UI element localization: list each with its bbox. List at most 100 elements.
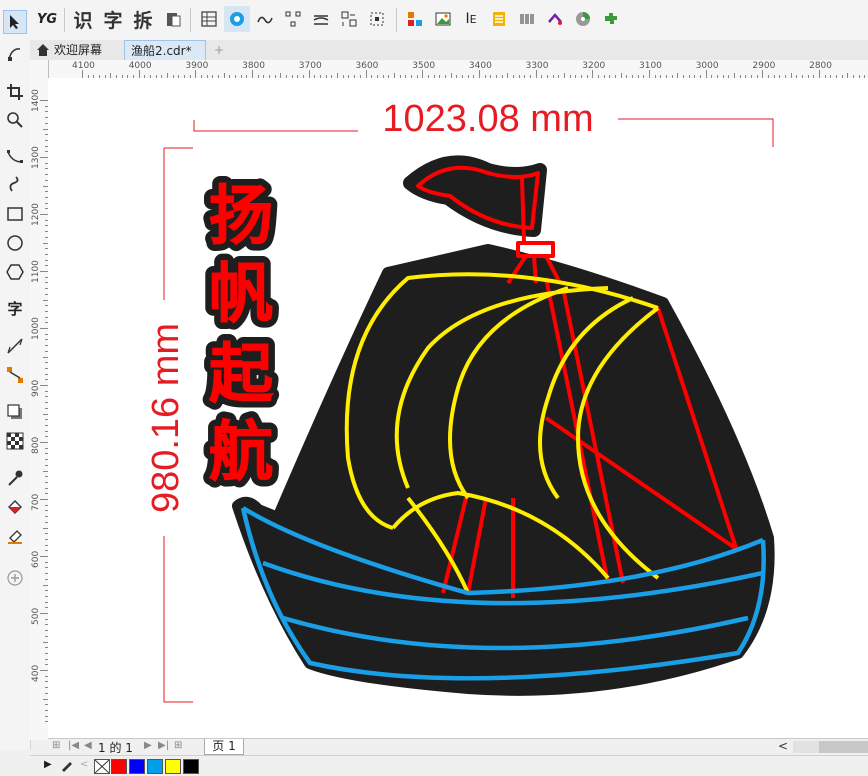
vertical-ruler[interactable]: 1400 1300 1200 1100 1000 900 800 700 600 500 400 [30, 60, 49, 740]
h-ruler-label: 4000 [128, 61, 152, 71]
table-icon[interactable] [196, 6, 222, 32]
color-blocks-icon[interactable] [402, 6, 428, 32]
lines-icon[interactable] [308, 6, 334, 32]
palette-arrow-icon[interactable]: ▶ [44, 759, 52, 770]
select-frame-icon[interactable] [364, 6, 390, 32]
text-frame-icon[interactable]: IE [458, 6, 484, 32]
nodes-icon[interactable] [280, 6, 306, 32]
page-tab-1[interactable]: 页 1 [204, 739, 244, 755]
h-ruler-label: 3900 [185, 61, 209, 71]
toolbar-separator [64, 8, 65, 32]
no-color-swatch[interactable] [94, 759, 110, 774]
horizontal-ruler[interactable]: 4100 4000 3900 3800 3700 3600 3500 3400 3300 3200… [48, 60, 868, 79]
h-ruler-label: 4100 [72, 61, 95, 71]
document-tabs: 欢迎屏幕 渔船2.cdr* + [30, 40, 868, 61]
h-ruler-label: 2900 [752, 61, 776, 71]
color-swatch[interactable] [111, 759, 127, 774]
zoom-tool-icon[interactable] [3, 108, 27, 132]
page-count: 1 的 1 [98, 741, 133, 755]
color-palette: ▶ < [30, 755, 868, 776]
horizontal-scrollbar[interactable] [793, 741, 868, 753]
h-ruler-tick [252, 70, 254, 78]
transparency-tool-icon[interactable] [3, 429, 27, 453]
prev-page-icon[interactable]: ◀ [84, 740, 92, 751]
h-ruler-tick [762, 70, 764, 78]
slogan-text[interactable]: 扬 帆 起 航 扬 帆 起 航 [202, 173, 281, 497]
polygon-tool-icon[interactable] [3, 260, 27, 284]
add-page-icon[interactable]: ⊞ [174, 740, 182, 751]
crop-tool-icon[interactable] [3, 80, 27, 104]
slogan-char-2-fill: 帆 [209, 258, 273, 332]
home-icon [36, 42, 50, 62]
toolbar-separator [396, 8, 397, 32]
smart-fill-tool-icon[interactable] [3, 524, 27, 548]
yg-plugin-icon[interactable]: YG [34, 6, 60, 32]
rectangle-tool-icon[interactable] [3, 202, 27, 226]
tab-welcome-screen[interactable]: 欢迎屏幕 [30, 40, 122, 60]
text-tool-icon[interactable]: 字 [3, 296, 27, 320]
eyedropper-tool-icon[interactable] [3, 466, 27, 490]
dimension-tool-icon[interactable] [3, 334, 27, 358]
pick-tool-icon[interactable] [3, 10, 27, 34]
add-tab-button[interactable]: + [208, 40, 226, 60]
h-ruler-label: 3300 [525, 61, 549, 71]
v-ruler-label: 700 [31, 493, 41, 511]
v-ruler-tick [40, 442, 48, 443]
color-swatch[interactable] [129, 759, 145, 774]
image-icon[interactable] [430, 6, 456, 32]
scroll-left-icon[interactable]: < [778, 739, 788, 753]
color-swatch[interactable] [165, 759, 181, 774]
first-page-icon[interactable]: ⊞ [52, 740, 60, 751]
height-dimension-text[interactable]: 980.16 mm [145, 323, 187, 513]
char-text-button[interactable]: 字 [100, 6, 126, 32]
v-ruler-tick [40, 157, 48, 158]
v-ruler-tick [40, 100, 48, 101]
artistic-media-tool-icon[interactable] [3, 172, 27, 196]
h-ruler-tick [535, 70, 537, 78]
pattern-icon[interactable] [224, 6, 250, 32]
recognize-text-button[interactable]: 识 [70, 6, 96, 32]
ship-artwork[interactable] [232, 155, 775, 696]
tab-welcome-label: 欢迎屏幕 [54, 43, 103, 57]
h-ruler-label: 3200 [582, 61, 606, 71]
h-ruler-tick [649, 70, 650, 78]
list-icon[interactable] [486, 6, 512, 32]
interactive-fill-tool-icon[interactable] [3, 495, 27, 519]
color-swatch[interactable] [147, 759, 163, 774]
next-page-icon[interactable]: ▶ [144, 740, 152, 751]
add-tool-icon[interactable] [3, 566, 27, 590]
barcode-icon[interactable] [514, 6, 540, 32]
width-dimension-text[interactable]: 1023.08 mm [382, 98, 593, 140]
disc-icon[interactable] [570, 6, 596, 32]
tab-document[interactable]: 渔船2.cdr* [124, 40, 206, 60]
split-text-button[interactable]: 拆 [130, 6, 156, 32]
scrollbar-thumb[interactable] [819, 741, 868, 753]
v-ruler-label: 600 [31, 550, 41, 568]
drop-shadow-tool-icon[interactable] [3, 400, 27, 424]
palette-scroll-icon[interactable]: < [80, 759, 88, 770]
shape-tool-icon[interactable] [3, 42, 27, 66]
h-ruler-label: 3100 [639, 61, 662, 71]
toolbar-separator [190, 8, 191, 32]
h-ruler-label: 3000 [695, 61, 719, 71]
arrange-icon[interactable] [336, 6, 362, 32]
first-page-button-icon[interactable]: |◀ [68, 740, 79, 751]
tab-document-label: 渔船2.cdr* [131, 44, 192, 58]
v-ruler-tick [40, 385, 48, 386]
clipboard-icon[interactable] [160, 6, 186, 32]
pen-icon[interactable] [60, 758, 74, 775]
h-ruler-tick [82, 70, 83, 78]
ship-silhouette [232, 244, 775, 696]
connector-tool-icon[interactable] [3, 363, 27, 387]
wave-icon[interactable] [252, 6, 278, 32]
h-ruler-tick [819, 70, 821, 78]
h-ruler-label: 3700 [298, 61, 322, 71]
plugin-puzzle-icon[interactable] [598, 6, 624, 32]
drawing-canvas[interactable]: 1023.08 mm 980.16 mm 扬 帆 起 航 扬 帆 起 航 [48, 78, 868, 738]
ellipse-tool-icon[interactable] [3, 231, 27, 255]
slogan-char-1-fill: 扬 [209, 180, 273, 254]
macro-icon[interactable] [542, 6, 568, 32]
color-swatch[interactable] [183, 759, 199, 774]
freehand-tool-icon[interactable] [3, 145, 27, 169]
last-page-icon[interactable]: ▶| [158, 740, 169, 751]
